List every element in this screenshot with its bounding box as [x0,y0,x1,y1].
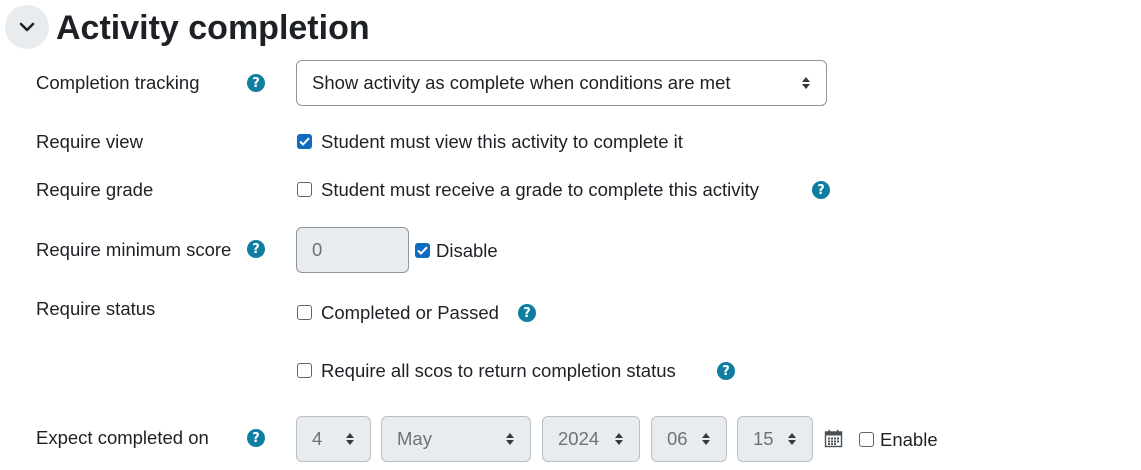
expect-completed-on-help-icon[interactable]: ? [247,429,265,447]
require-status-label: Require status [36,298,156,319]
chevron-down-icon [19,22,35,32]
require-all-scos-help-icon[interactable]: ? [717,362,735,380]
hour-value: 06 [667,428,688,449]
expect-completed-enable-label[interactable]: Enable [880,428,938,452]
minute-value: 15 [753,428,774,449]
select-arrows-icon [802,77,810,89]
year-value: 2024 [558,428,600,449]
require-grade-checkbox-label[interactable]: Student must receive a grade to complete… [321,178,759,202]
month-select[interactable]: May [381,416,531,462]
require-grade-checkbox[interactable] [297,182,312,197]
completion-tracking-selected: Show activity as complete when condition… [312,72,731,93]
expect-completed-on-label: Expect completed on [36,427,209,448]
completed-or-passed-label[interactable]: Completed or Passed [321,301,499,325]
require-grade-help-icon[interactable]: ? [812,181,830,199]
completion-tracking-select[interactable]: Show activity as complete when condition… [296,60,827,106]
select-arrows-icon [506,433,514,445]
require-view-checkbox[interactable] [297,134,312,149]
checkmark-icon [299,137,310,146]
calendar-icon[interactable] [824,429,843,448]
completed-or-passed-help-icon[interactable]: ? [518,304,536,322]
minute-select[interactable]: 15 [737,416,813,462]
select-arrows-icon [346,433,354,445]
checkmark-icon [417,246,428,255]
minimum-score-disable-label[interactable]: Disable [436,239,498,263]
require-grade-label: Require grade [36,179,154,200]
year-select[interactable]: 2024 [542,416,640,462]
minimum-score-input[interactable]: 0 [296,227,409,273]
day-select[interactable]: 4 [296,416,371,462]
require-all-scos-label[interactable]: Require all scos to return completion st… [321,359,676,383]
require-view-checkbox-label[interactable]: Student must view this activity to compl… [321,130,683,154]
section-title: Activity completion [56,9,370,47]
require-minimum-score-help-icon[interactable]: ? [247,240,265,258]
completed-or-passed-checkbox[interactable] [297,305,312,320]
month-value: May [397,428,432,449]
require-minimum-score-label: Require minimum score [36,239,232,260]
require-view-label: Require view [36,131,143,152]
select-arrows-icon [615,433,623,445]
completion-tracking-help-icon[interactable]: ? [247,74,265,92]
completion-tracking-label: Completion tracking [36,72,200,93]
collapse-section-button[interactable] [5,5,49,49]
select-arrows-icon [702,433,710,445]
day-value: 4 [312,428,323,449]
minimum-score-disable-checkbox[interactable] [415,243,430,258]
select-arrows-icon [788,433,796,445]
hour-select[interactable]: 06 [651,416,727,462]
minimum-score-value: 0 [312,239,323,260]
require-all-scos-checkbox[interactable] [297,363,312,378]
expect-completed-enable-checkbox[interactable] [859,432,874,447]
